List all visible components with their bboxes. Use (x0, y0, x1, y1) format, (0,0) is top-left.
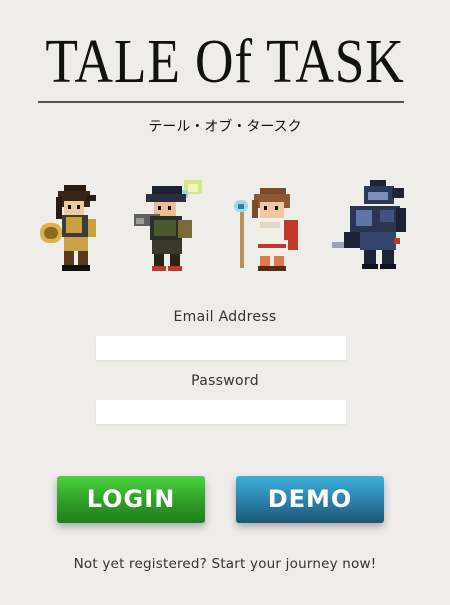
healer-sprite-icon (232, 184, 308, 272)
app-subtitle: テール・オブ・タースク (148, 119, 302, 135)
email-label: Email Address (173, 309, 277, 325)
mage-sprite-icon (132, 180, 212, 272)
password-field[interactable] (96, 400, 346, 424)
email-field[interactable] (96, 336, 346, 360)
demo-button[interactable]: DEMO (236, 476, 384, 523)
login-button[interactable]: LOGIN (57, 476, 205, 523)
password-label: Password (191, 373, 259, 389)
register-link[interactable]: Not yet registered? Start your journey n… (0, 556, 450, 572)
warrior-sprite-icon (38, 183, 110, 273)
title-divider (38, 101, 404, 103)
knight-sprite-icon (330, 178, 414, 270)
app-title: TALE Of TASK (45, 28, 405, 96)
